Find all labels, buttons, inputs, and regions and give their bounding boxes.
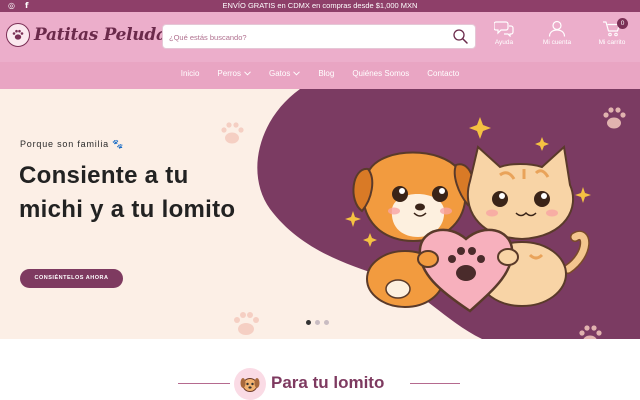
search-input[interactable] [169,29,439,45]
nav-label: Quiénes Somos [352,69,410,78]
divider [410,383,460,384]
main-nav: Inicio Perros Gatos Blog Quiénes Somos C… [0,62,640,89]
nav-item-blog[interactable]: Blog [318,69,334,78]
cart-button[interactable]: 0 Mi carrito [587,18,637,46]
chevron-down-icon [244,71,251,76]
help-label: Ayuda [494,39,514,46]
section-title: Para tu lomito [271,373,385,392]
dog-products-section: Para tu lomito [0,339,640,400]
nav-label: Blog [318,69,335,78]
shop-now-button[interactable]: CONSIÉNTELOS AHORA [20,269,123,288]
chevron-down-icon [293,71,301,76]
announcement-text: ENVÍO GRATIS en CDMX en compras desde $1… [222,1,418,10]
nav-item-perros[interactable]: Perros [217,69,251,78]
logo-text: Patitas Peludas [34,25,176,45]
dog-icon [234,368,266,400]
carousel-dot[interactable] [315,320,320,325]
nav-item-inicio[interactable]: Inicio [181,69,200,78]
search-box [162,24,476,49]
cart-label: Mi carrito [598,39,626,46]
nav-label: Contacto [427,69,460,78]
carousel-dots [306,320,329,325]
hero-subtitle: Porque son familia 🐾 [20,139,125,149]
nav-item-contacto[interactable]: Contacto [427,69,459,78]
nav-label: Gatos [268,69,291,78]
site-logo[interactable]: Patitas Peludas [6,23,176,47]
cart-count-badge: 0 [617,18,628,29]
nav-item-quienes-somos[interactable]: Quiénes Somos [352,69,409,78]
nav-label: Inicio [180,69,200,78]
announcement-bar: ◎ f ENVÍO GRATIS en CDMX en compras desd… [0,0,640,12]
carousel-dot[interactable] [306,320,311,325]
nav-item-gatos[interactable]: Gatos [268,69,301,78]
account-button[interactable]: Mi cuenta [532,20,582,46]
site-header: Patitas Peludas Ayuda Mi cuenta 0 [0,12,640,62]
hero-headline: Consiente a tu michi y a tu lomito [19,162,236,223]
help-button[interactable]: Ayuda [479,20,529,46]
user-icon [548,20,566,37]
search-icon[interactable] [452,28,469,50]
carousel-dot[interactable] [324,320,329,325]
divider [178,383,230,384]
nav-label: Perros [217,69,241,78]
paw-logo-icon [6,23,30,47]
chat-bubbles-icon [494,21,514,37]
hero-banner: Porque son familia 🐾 Consiente a tu mich… [0,89,640,339]
account-label: Mi cuenta [542,39,572,46]
